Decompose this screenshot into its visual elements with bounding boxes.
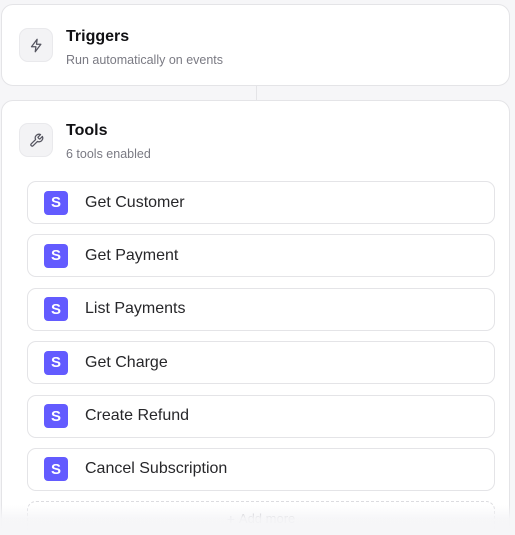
tool-label: List Payments bbox=[85, 300, 186, 318]
tools-subtitle: 6 tools enabled bbox=[66, 147, 151, 161]
triggers-title: Triggers bbox=[66, 28, 130, 45]
triggers-card[interactable]: Triggers Run automatically on events bbox=[1, 4, 510, 86]
stripe-logo-icon: S bbox=[44, 350, 68, 375]
tools-card: Tools 6 tools enabled S Get Customer S G… bbox=[1, 100, 510, 535]
tool-item[interactable]: S Cancel Subscription bbox=[27, 447, 495, 491]
connector-line bbox=[256, 86, 257, 100]
tool-label: Create Refund bbox=[85, 407, 190, 425]
stripe-logo-icon: S bbox=[44, 190, 68, 215]
stripe-logo-icon: S bbox=[44, 404, 68, 429]
wrench-icon bbox=[29, 133, 43, 147]
tool-item[interactable]: S Get Customer bbox=[27, 181, 495, 224]
stripe-logo-icon: S bbox=[44, 297, 68, 322]
plus-icon: + bbox=[226, 511, 235, 528]
tool-label: Get Charge bbox=[85, 353, 168, 371]
triggers-icon-box bbox=[19, 28, 53, 62]
triggers-subtitle: Run automatically on events bbox=[66, 53, 224, 67]
tool-label: Get Payment bbox=[85, 246, 179, 264]
tool-item[interactable]: S Get Charge bbox=[27, 341, 495, 385]
add-more-label: Add more bbox=[238, 511, 296, 527]
tools-icon-box bbox=[19, 123, 53, 157]
stripe-logo-icon: S bbox=[44, 457, 68, 482]
tool-item[interactable]: S Get Payment bbox=[27, 234, 495, 278]
tool-list: S Get Customer S Get Payment S List Paym… bbox=[27, 181, 495, 535]
tool-item[interactable]: S Create Refund bbox=[27, 394, 495, 438]
tool-label: Cancel Subscription bbox=[85, 460, 228, 478]
tools-title: Tools bbox=[66, 122, 108, 139]
lightning-icon bbox=[30, 38, 41, 52]
tool-label: Get Customer bbox=[85, 193, 185, 211]
stripe-logo-icon: S bbox=[44, 243, 68, 268]
add-more-button[interactable]: + Add more bbox=[27, 501, 495, 535]
canvas: Triggers Run automatically on events Too… bbox=[0, 0, 515, 535]
tool-item[interactable]: S List Payments bbox=[27, 287, 495, 331]
